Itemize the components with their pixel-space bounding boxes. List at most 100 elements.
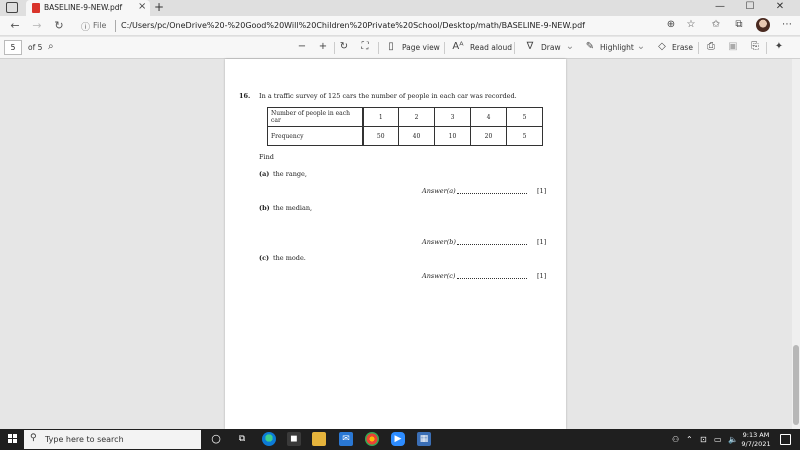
forward-icon[interactable]: → — [30, 19, 44, 32]
volume-icon[interactable]: 🔈 — [728, 435, 738, 444]
clock-time: 9:13 AM — [742, 431, 770, 439]
part-c-text: the mode. — [273, 254, 306, 262]
find-label: Find — [259, 153, 274, 161]
toolbar-divider — [334, 42, 335, 54]
part-c-letter: (c) — [259, 254, 270, 262]
erase-icon[interactable]: ◇ — [655, 41, 669, 52]
url-text[interactable]: C:/Users/pc/OneDrive%20-%20Good%20Will%2… — [121, 21, 585, 30]
pdf-page: 16. In a traffic survey of 125 cars the … — [225, 59, 566, 429]
favorite-icon[interactable]: ☆ — [684, 19, 698, 30]
search-icon[interactable]: ⌕ — [48, 41, 54, 52]
network-icon[interactable]: ⊡ — [700, 435, 707, 444]
highlight-button[interactable]: Highlight — [600, 43, 634, 52]
table-cell: 2 — [398, 107, 435, 127]
answer-b-line[interactable] — [457, 244, 527, 245]
zoom-app-icon[interactable]: ▶ — [391, 432, 405, 446]
table-cell: 10 — [434, 126, 471, 146]
close-window-button[interactable]: ✕ — [770, 1, 790, 12]
highlight-icon[interactable]: ✎ — [583, 41, 597, 52]
info-icon[interactable]: ⓘ — [81, 20, 90, 33]
people-icon[interactable]: ⚇ — [672, 435, 679, 444]
fit-page-icon[interactable]: ⛶ — [358, 41, 372, 52]
save-as-icon[interactable]: ⎘ — [748, 41, 762, 52]
document-viewer: 16. In a traffic survey of 125 cars the … — [0, 59, 800, 429]
vertical-scrollbar[interactable] — [792, 59, 800, 429]
new-tab-button[interactable]: + — [154, 0, 164, 14]
file-explorer-icon[interactable] — [312, 432, 326, 446]
clock-date: 9/7/2021 — [741, 440, 771, 448]
profile-avatar[interactable] — [756, 18, 770, 32]
tab-actions-icon[interactable] — [6, 2, 18, 13]
draw-button[interactable]: Draw — [541, 43, 561, 52]
answer-c-line[interactable] — [457, 278, 527, 279]
toolbar-divider — [698, 42, 699, 54]
notification-center-icon[interactable] — [780, 434, 791, 445]
pdf-toolbar: 5 of 5 ⌕ − + ↻ ⛶ ▯ Page view Aᴬ Read alo… — [0, 37, 800, 59]
page-view-icon[interactable]: ▯ — [384, 41, 398, 52]
system-clock[interactable]: 9:13 AM 9/7/2021 — [740, 431, 772, 449]
read-aloud-icon[interactable]: Aᴬ — [451, 41, 465, 52]
page-number-input[interactable]: 5 — [4, 40, 22, 55]
table-header-people: Number of people in each car — [267, 107, 364, 127]
pin-toolbar-icon[interactable]: ✦ — [772, 41, 786, 52]
page-view-button[interactable]: Page view — [402, 43, 440, 52]
scrollbar-thumb[interactable] — [793, 345, 799, 425]
read-aloud-button[interactable]: Read aloud — [470, 43, 512, 52]
table-cell: 40 — [398, 126, 435, 146]
print-icon[interactable]: ⎙ — [704, 41, 718, 52]
marks-c: [1] — [537, 272, 547, 280]
table-cell: 3 — [434, 107, 471, 127]
table-row: Number of people in each car 1 2 3 4 5 — [267, 107, 543, 127]
chevron-up-icon[interactable]: ⌃ — [686, 435, 693, 444]
address-bar-row: ← → ↻ ⓘ File C:/Users/pc/OneDrive%20-%20… — [0, 16, 800, 36]
answer-a-line[interactable] — [457, 193, 527, 194]
collections-icon[interactable]: ⧉ — [732, 19, 746, 30]
chrome-icon[interactable] — [365, 432, 379, 446]
answer-c-label: Answer(c) — [422, 272, 456, 280]
calculator-icon[interactable]: ▦ — [417, 432, 431, 446]
back-icon[interactable]: ← — [8, 19, 22, 32]
taskbar: ⚲ Type here to search ○ ⧉ ◼ ✉ ▶ ▦ ⚇ ⌃ ⊡ … — [0, 429, 800, 450]
page-total: of 5 — [28, 43, 43, 52]
answer-b-label: Answer(b) — [422, 238, 456, 246]
search-icon: ⚲ — [30, 433, 37, 443]
refresh-icon[interactable]: ↻ — [52, 19, 66, 32]
minimize-button[interactable]: — — [710, 1, 730, 12]
draw-chevron-down-icon[interactable]: ⌄ — [563, 41, 577, 52]
draw-icon[interactable]: ∇ — [523, 41, 537, 52]
tab-title: BASELINE-9-NEW.pdf — [44, 3, 123, 12]
zoom-in-icon[interactable]: + — [316, 41, 330, 52]
table-header-frequency: Frequency — [267, 126, 364, 146]
toolbar-divider — [766, 42, 767, 54]
taskbar-search-box[interactable]: ⚲ Type here to search — [24, 430, 201, 449]
toolbar-divider — [378, 42, 379, 54]
save-icon[interactable]: ▣ — [726, 41, 740, 52]
zoom-icon[interactable]: ⊕ — [664, 19, 678, 30]
marks-b: [1] — [537, 238, 547, 246]
cortana-icon[interactable]: ○ — [209, 432, 223, 446]
part-b-letter: (b) — [259, 204, 270, 212]
more-icon[interactable]: ⋯ — [780, 19, 794, 30]
question-text: In a traffic survey of 125 cars the numb… — [259, 92, 517, 100]
windows-start-icon[interactable] — [8, 434, 18, 444]
search-placeholder: Type here to search — [45, 435, 124, 444]
mail-icon[interactable]: ✉ — [339, 432, 353, 446]
table-cell: 5 — [506, 126, 543, 146]
part-b-text: the median, — [273, 204, 313, 212]
rotate-icon[interactable]: ↻ — [337, 41, 351, 52]
store-icon[interactable]: ◼ — [287, 432, 301, 446]
url-box[interactable]: ⓘ File C:/Users/pc/OneDrive%20-%20Good%2… — [75, 18, 655, 34]
maximize-button[interactable]: ☐ — [740, 1, 760, 12]
tab-active[interactable]: BASELINE-9-NEW.pdf × — [26, 0, 150, 16]
url-divider — [115, 20, 116, 32]
battery-icon[interactable]: ▭ — [714, 435, 722, 444]
zoom-out-icon[interactable]: − — [295, 41, 309, 52]
task-view-icon[interactable]: ⧉ — [235, 432, 249, 446]
table-cell: 1 — [362, 107, 399, 127]
edge-browser-icon[interactable] — [262, 432, 276, 446]
favorites-bar-icon[interactable]: ✩ — [709, 19, 723, 30]
toolbar-divider — [444, 42, 445, 54]
highlight-chevron-down-icon[interactable]: ⌄ — [634, 41, 648, 52]
tab-close-button[interactable]: × — [138, 1, 146, 12]
erase-button[interactable]: Erase — [672, 43, 693, 52]
